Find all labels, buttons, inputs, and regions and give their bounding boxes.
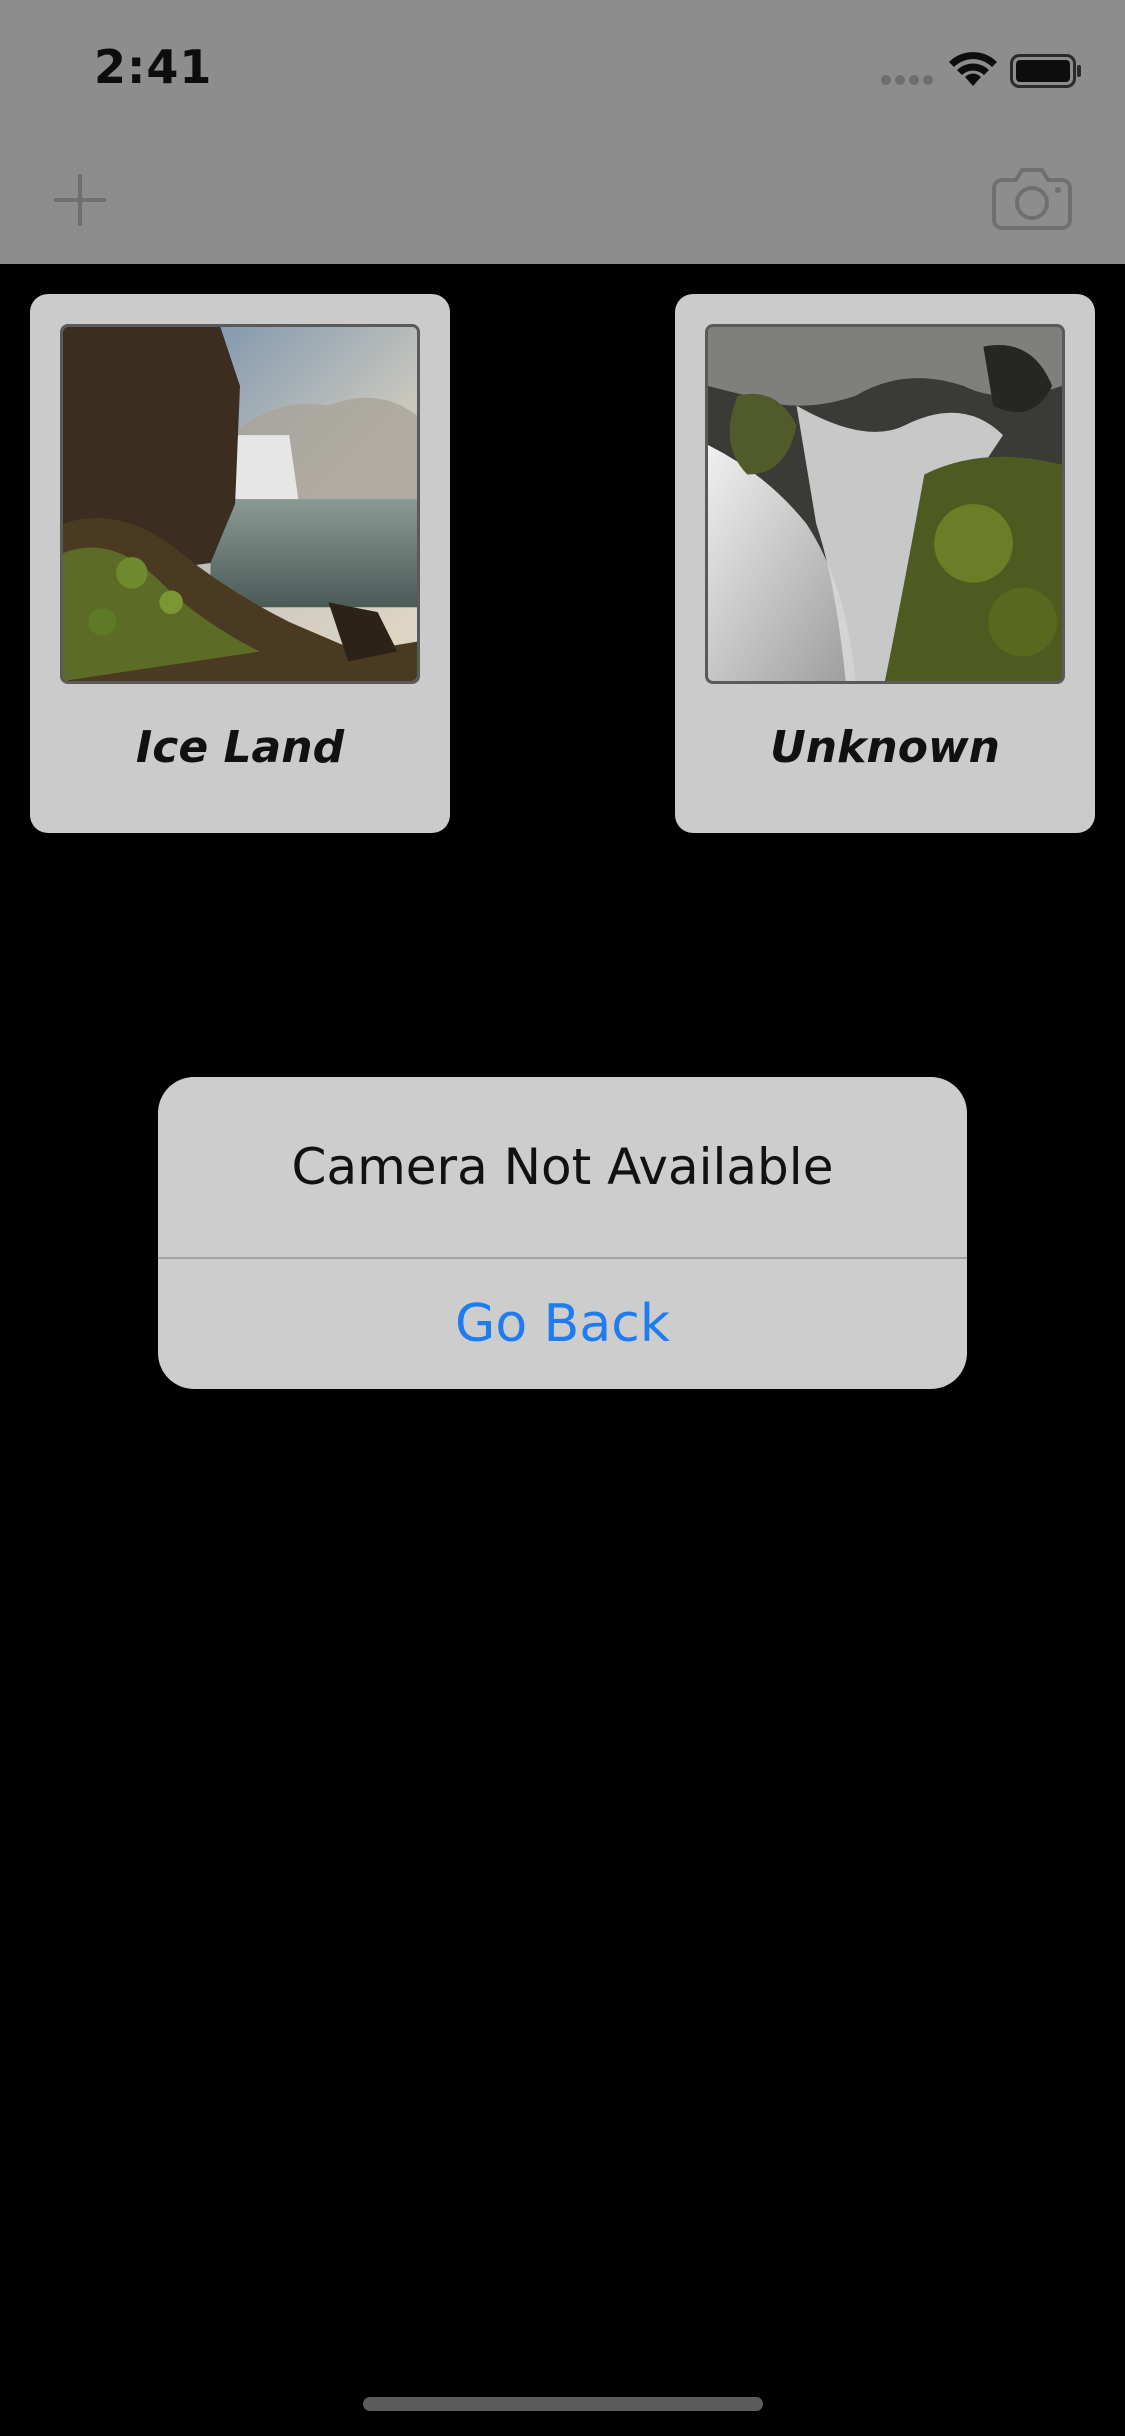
card-label: Ice Land	[135, 722, 345, 773]
wifi-icon	[949, 52, 997, 86]
navigation-bar: 2:41	[0, 0, 1125, 264]
alert-dialog: Camera Not Available Go Back	[158, 1077, 967, 1389]
card-ice-land[interactable]: Ice Land	[30, 294, 450, 833]
card-photo-waterfall-rocks	[705, 324, 1065, 684]
add-button[interactable]	[50, 170, 110, 230]
camera-button[interactable]	[992, 164, 1072, 230]
card-unknown[interactable]: Unknown	[675, 294, 1095, 833]
cellular-signal-icon	[881, 75, 933, 85]
status-time: 2:41	[94, 40, 213, 94]
screen: 2:41 Ice Land Unknown Camera Not Availab…	[0, 0, 1125, 2436]
go-back-button[interactable]: Go Back	[158, 1259, 967, 1389]
battery-icon	[1010, 54, 1081, 88]
card-photo-waterfall-landscape	[60, 324, 420, 684]
card-label: Unknown	[770, 722, 1000, 773]
alert-title: Camera Not Available	[291, 1138, 834, 1196]
home-indicator[interactable]	[363, 2397, 763, 2411]
